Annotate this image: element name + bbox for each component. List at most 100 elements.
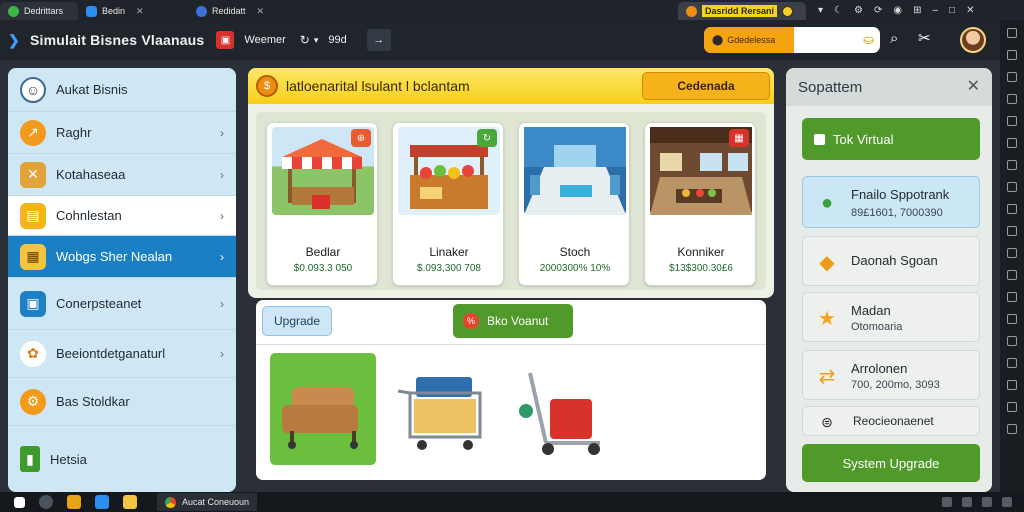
stat-card[interactable]: ⊜ Reocieonaenet	[802, 406, 980, 436]
toolbar-icon[interactable]	[1007, 314, 1017, 324]
files-icon[interactable]	[123, 495, 137, 509]
leaf-icon: ✿	[20, 340, 46, 367]
sidebar-item-label: Bas Stoldkar	[56, 394, 130, 409]
item-tile[interactable]	[270, 353, 376, 465]
search-tag[interactable]: ⬤ Gdedelessa	[704, 27, 794, 53]
shopping-cart-icon	[397, 377, 482, 450]
moon-icon[interactable]: ☾	[834, 5, 843, 16]
avatar[interactable]	[960, 27, 986, 53]
shop-card[interactable]: ↻ Linaker $.093,300 708	[392, 122, 504, 286]
header-value: 99d	[328, 34, 347, 46]
tab-title: Dasridd Rersani	[702, 5, 778, 17]
blue-app-icon	[86, 5, 97, 17]
browser-tab[interactable]: Redidatt ✕	[188, 2, 298, 20]
virtual-button[interactable]: Tok Virtual	[802, 118, 980, 160]
shop-name: Konniker	[677, 245, 725, 259]
toolbar-icon[interactable]	[1007, 358, 1017, 368]
toolbar-icon[interactable]	[1007, 424, 1017, 434]
sidebar-item-reports[interactable]: ↗ Raghr ›	[8, 112, 236, 154]
tab-title: Dedrittars	[24, 6, 64, 16]
stat-card[interactable]: ★ Madan Otomoaria	[802, 292, 980, 342]
sidebar-item-store[interactable]: ▦ Wobgs Sher Nealan ›	[8, 236, 236, 278]
browser-tab-active[interactable]: Dasridd Rersani	[678, 2, 806, 20]
sidebar-item-environment[interactable]: ✿ Beeiontdetganaturl ›	[8, 330, 236, 378]
start-icon[interactable]	[14, 496, 25, 508]
stat-card[interactable]: ⇄ Arrolonen 700, 200mo, 3093	[802, 350, 980, 400]
sidebar-item-components[interactable]: ▣ Conerpsteanet ›	[8, 278, 236, 330]
store-app-icon[interactable]	[95, 495, 109, 509]
toolbar-icon[interactable]	[1007, 160, 1017, 170]
tab-title: Bedin	[102, 6, 126, 16]
right-panel: Sopattem ✕ Tok Virtual ● Fnailo Sppotran…	[786, 68, 992, 492]
search-icon[interactable]	[39, 495, 53, 509]
browser-tab[interactable]: Dedrittars	[0, 2, 78, 20]
close-icon[interactable]: ✕	[136, 6, 144, 17]
item-tile[interactable]	[510, 353, 616, 465]
panel-icon: ▣	[20, 290, 46, 317]
tray-icon[interactable]	[962, 497, 972, 507]
tab-upgrade[interactable]: Upgrade	[262, 306, 332, 336]
tray-icon[interactable]	[982, 497, 992, 507]
maximize-icon[interactable]: □	[949, 5, 955, 16]
shop-card[interactable]: Stoch 2000300% 10%	[518, 122, 630, 286]
stat-card[interactable]: ◆ Daonah Sgoan	[802, 236, 980, 286]
sidebar-item-settings[interactable]: ⚙ Bas Stoldkar	[8, 378, 236, 426]
profile-icon[interactable]: ◉	[893, 5, 902, 16]
toolbar-icon[interactable]	[1007, 402, 1017, 412]
shop-badge-icon: ▦	[729, 129, 749, 147]
shop-price: 2000300% 10%	[539, 263, 611, 274]
sidebar-item-inventory[interactable]: ✕ Kotahaseaa ›	[8, 154, 236, 196]
chevron-right-icon: ›	[220, 346, 224, 361]
sidebar-item-documents[interactable]: ▤ Cohnlestan ›	[8, 196, 236, 236]
chevron-down-icon[interactable]: ▾	[818, 5, 823, 16]
sidebar-item-energy[interactable]: ▮ Hetsia	[8, 426, 236, 492]
item-tile[interactable]	[390, 353, 496, 465]
shop-badge-icon: ↻	[477, 129, 497, 147]
close-icon[interactable]: ✕	[967, 76, 980, 96]
toolbar-icon[interactable]	[1007, 380, 1017, 390]
refresh-icon[interactable]: ↻	[300, 33, 310, 47]
tools-icon[interactable]: ✂	[918, 29, 931, 47]
toolbar-icon[interactable]	[1007, 204, 1017, 214]
chevron-down-icon[interactable]: ▾	[314, 35, 319, 46]
toolbar-icon[interactable]	[1007, 116, 1017, 126]
main-area: ☺ Aukat Bisnis ↗ Raghr › ✕ Kotahaseaa › …	[0, 60, 1000, 492]
coin-bag-icon[interactable]: ⛀	[863, 32, 874, 48]
tray-icon[interactable]	[1002, 497, 1012, 507]
save-icon[interactable]: ▣	[216, 31, 235, 49]
search-box[interactable]: ⬤ Gdedelessa ⛀	[704, 27, 880, 53]
toolbar-icon[interactable]	[1007, 72, 1017, 82]
tray-icon[interactable]	[942, 497, 952, 507]
shop-card[interactable]: ▦ Konniker $13$300.30£6	[644, 122, 756, 286]
settings-icon[interactable]: ⚙	[854, 5, 863, 16]
browser-tab[interactable]: Bedin ✕	[78, 2, 188, 20]
close-icon[interactable]: ✕	[257, 6, 265, 17]
search-tag-label: Gdedelessa	[727, 35, 776, 45]
toolbar-icon[interactable]	[1007, 28, 1017, 38]
toolbar-icon[interactable]	[1007, 94, 1017, 104]
extensions-icon[interactable]: ⊞	[913, 5, 921, 16]
close-window-icon[interactable]: ✕	[966, 5, 974, 16]
toolbar-icon[interactable]	[1007, 248, 1017, 258]
stat-card[interactable]: ● Fnailo Sppotrank 89£1601, 7000390	[802, 176, 980, 228]
toolbar-icon[interactable]	[1007, 292, 1017, 302]
shop-card[interactable]: ⊕ Bedlar $0.093.3 050	[266, 122, 378, 286]
toolbar-icon[interactable]	[1007, 226, 1017, 236]
buy-button[interactable]: % Bko Voanut	[453, 304, 573, 338]
sync-icon[interactable]: ⟳	[874, 5, 882, 16]
sidebar-item-account[interactable]: ☺ Aukat Bisnis	[8, 68, 236, 112]
toolbar-icon[interactable]	[1007, 50, 1017, 60]
app-title: Simulait Bisnes Vlaanaus	[30, 32, 205, 48]
toolbar-icon[interactable]	[1007, 270, 1017, 280]
minimize-icon[interactable]: –	[932, 5, 938, 16]
folder-icon[interactable]	[67, 495, 81, 509]
hand-truck-icon	[519, 372, 600, 455]
system-upgrade-button[interactable]: System Upgrade	[802, 444, 980, 482]
search-icon[interactable]: ⌕	[890, 30, 898, 47]
taskbar-app[interactable]: Aucat Coneuoun	[157, 493, 258, 511]
toolbar-icon[interactable]	[1007, 182, 1017, 192]
toolbar-icon[interactable]	[1007, 336, 1017, 346]
banner-button[interactable]: Cedenada	[642, 72, 770, 100]
menu-button[interactable]: →	[366, 29, 391, 51]
toolbar-icon[interactable]	[1007, 138, 1017, 148]
